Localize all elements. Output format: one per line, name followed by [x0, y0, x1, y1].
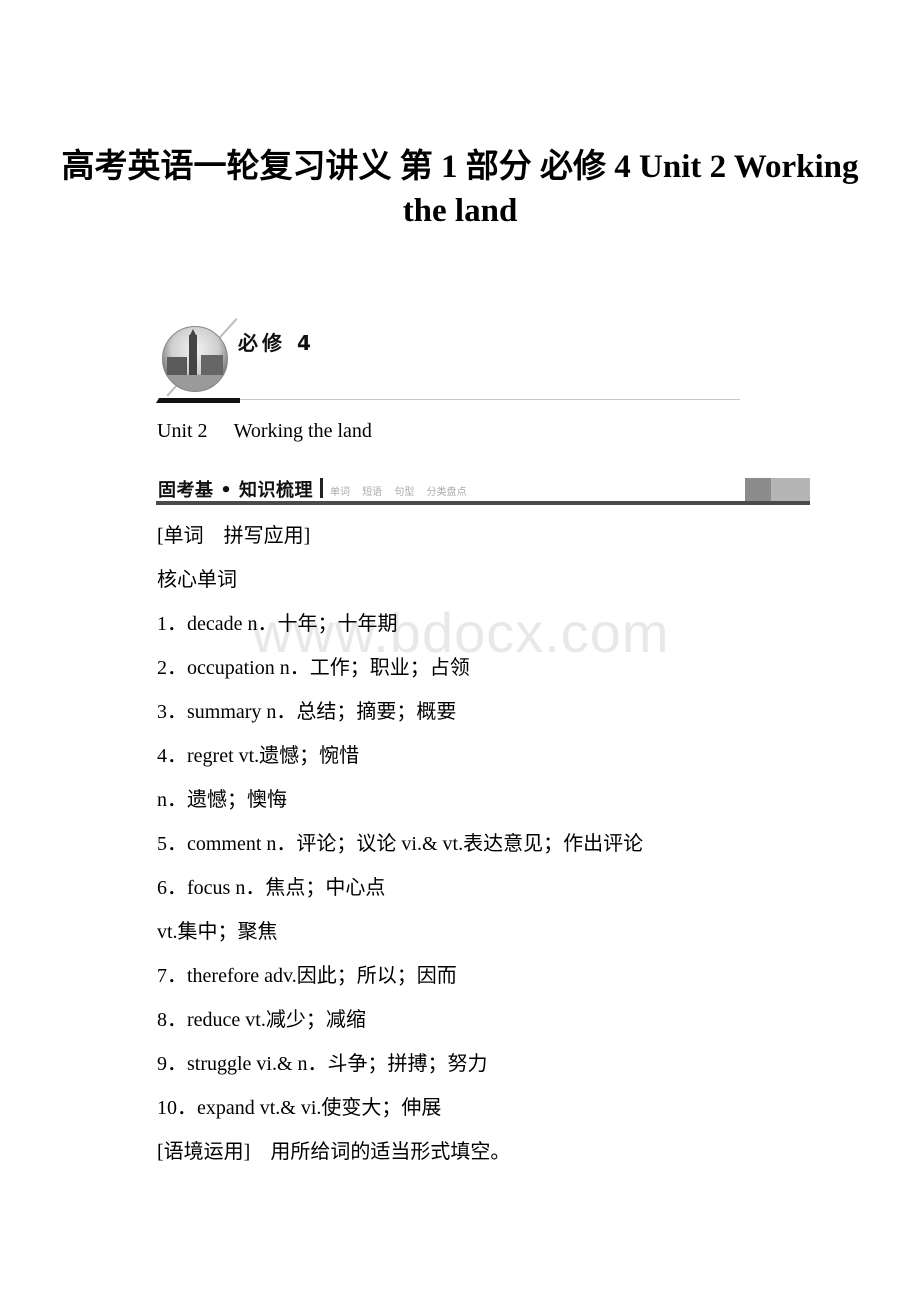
subtitle-phrases: 短语 [362, 487, 383, 498]
vocab-item: 1．decade n．十年；十年期 [157, 613, 398, 635]
vocab-item-continuation: vt.集中；聚焦 [157, 921, 278, 943]
vocab-item: 7．therefore adv.因此；所以；因而 [157, 965, 457, 987]
section-rule [156, 501, 810, 505]
unit-name: Working the land [233, 420, 372, 442]
banner-accent-bar [156, 398, 240, 403]
vocab-item: 5．comment n．评论；议论 vi.& vt.表达意见；作出评论 [157, 833, 644, 855]
section-separator [320, 478, 323, 498]
unit-number: Unit 2 [157, 420, 208, 442]
subheading-spelling: [单词 拼写应用] [157, 525, 311, 547]
banner-divider [240, 399, 740, 400]
section-title: 固考基 • 知识梳理 [158, 480, 314, 501]
subtitle-categories: 分类盘点 [426, 487, 467, 498]
unit-heading: Unit 2 Working the land [157, 420, 372, 443]
vocab-item: 10．expand vt.& vi.使变大；伸展 [157, 1097, 442, 1119]
vocab-item: 6．focus n．焦点；中心点 [157, 877, 386, 899]
big-ben-globe-icon [162, 326, 228, 392]
vocab-item: 8．reduce vt.减少；减缩 [157, 1009, 366, 1031]
section-deco-block-dark [745, 478, 771, 501]
subtitle-sentences: 句型 [394, 487, 415, 498]
section-subtitles: 单词 短语 句型 分类盘点 [330, 483, 476, 498]
subheading-context-usage: [语境运用] 用所给词的适当形式填空。 [157, 1141, 511, 1163]
vocabulary-list: [单词 拼写应用] 核心单词 1．decade n．十年；十年期 2．occup… [157, 522, 837, 1182]
section-header: 固考基 • 知识梳理 单词 短语 句型 分类盘点 [156, 475, 810, 505]
book-banner: 必修 4 [156, 318, 741, 408]
vocab-item: 2．occupation n．工作；职业；占领 [157, 657, 470, 679]
vocab-item: 4．regret vt.遗憾；惋惜 [157, 745, 360, 767]
section-deco-block-light [771, 478, 810, 501]
subtitle-words: 单词 [330, 487, 350, 498]
vocab-item: 9．struggle vi.& n．斗争；拼搏；努力 [157, 1053, 488, 1075]
vocab-item-continuation: n．遗憾；懊悔 [157, 789, 287, 811]
document-title: 高考英语一轮复习讲义 第 1 部分 必修 4 Unit 2 Working th… [61, 149, 859, 229]
subheading-core-words: 核心单词 [157, 569, 237, 591]
vocab-item: 3．summary n．总结；摘要；概要 [157, 701, 457, 723]
book-label: 必修 4 [238, 331, 315, 355]
